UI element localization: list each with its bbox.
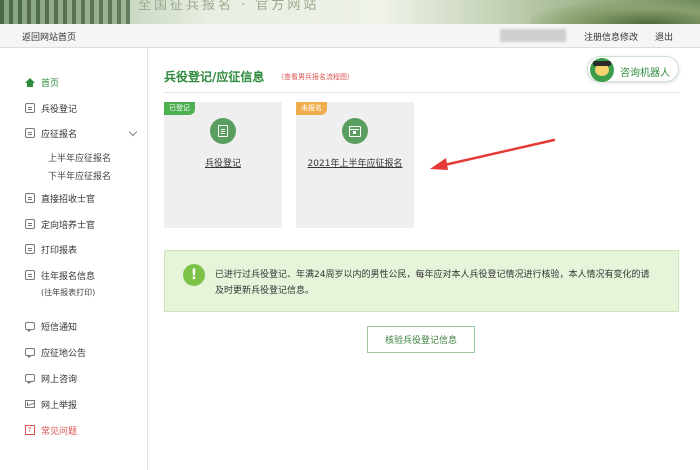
document-icon bbox=[24, 128, 35, 139]
sidebar-item-label: 打印报表 bbox=[41, 245, 78, 256]
card-link[interactable]: 2021年上半年应征报名 bbox=[296, 156, 414, 169]
sidebar-item-label: 常见问题 bbox=[41, 426, 78, 437]
sidebar-item-online-report[interactable]: 网上举报 bbox=[24, 396, 77, 412]
notice-box: ! 已进行过兵役登记、年满24周岁以内的男性公民，每年应对本人兵役登记情况进行核… bbox=[164, 250, 679, 312]
message-icon bbox=[24, 373, 35, 384]
sidebar-item-sms-notice[interactable]: 短信通知 bbox=[24, 318, 77, 334]
consult-robot-button[interactable]: 咨询机器人 bbox=[587, 56, 679, 82]
sidebar-item-online-consult[interactable]: 网上咨询 bbox=[24, 370, 77, 386]
sidebar-subitem-first-half[interactable]: 上半年应征报名 bbox=[48, 151, 111, 164]
printer-icon bbox=[24, 244, 35, 255]
status-badge: 已登记 bbox=[164, 102, 195, 115]
sidebar-item-military-registration[interactable]: 兵役登记 bbox=[24, 100, 77, 116]
divider bbox=[164, 92, 680, 93]
blurred-username bbox=[500, 29, 566, 42]
sidebar-item-label: 网上咨询 bbox=[41, 374, 78, 385]
document-icon bbox=[24, 193, 35, 204]
sidebar-item-directed-nco[interactable]: 定向培养士官 bbox=[24, 216, 95, 232]
sidebar-item-label: 应征报名 bbox=[41, 129, 78, 140]
notice-text: 已进行过兵役登记、年满24周岁以内的男性公民，每年应对本人兵役登记情况进行核验，… bbox=[215, 270, 650, 296]
edit-registration-link[interactable]: 注册信息修改 bbox=[584, 30, 638, 43]
back-to-home-link[interactable]: 返回网站首页 bbox=[22, 30, 76, 43]
sidebar-item-faq[interactable]: ? 常见问题 bbox=[24, 422, 77, 438]
sidebar-item-label: 往年报名信息 bbox=[41, 271, 96, 282]
document-icon bbox=[24, 103, 35, 114]
home-icon bbox=[24, 77, 35, 88]
top-bar: 返回网站首页 注册信息修改 退出 bbox=[0, 24, 700, 48]
verify-registration-button[interactable]: 核验兵役登记信息 bbox=[367, 326, 475, 353]
document-icon bbox=[210, 118, 236, 144]
sidebar-item-label: 短信通知 bbox=[41, 322, 78, 333]
sidebar-subitem-second-half[interactable]: 下半年应征报名 bbox=[48, 169, 111, 182]
sidebar: 首页 兵役登记 应征报名 上半年应征报名 下半年应征报名 直接招收士官 定向培养… bbox=[0, 48, 148, 470]
card-military-registration[interactable]: 已登记 兵役登记 bbox=[164, 102, 282, 228]
sidebar-item-direct-nco[interactable]: 直接招收士官 bbox=[24, 190, 95, 206]
message-icon bbox=[24, 321, 35, 332]
logout-link[interactable]: 退出 bbox=[655, 30, 673, 43]
sidebar-item-past-records[interactable]: 往年报名信息 bbox=[24, 267, 95, 283]
sidebar-item-enlistment[interactable]: 应征报名 bbox=[24, 125, 77, 141]
robot-label: 咨询机器人 bbox=[620, 68, 670, 79]
sidebar-item-note: (往年报表打印) bbox=[41, 288, 96, 297]
sidebar-item-label: 首页 bbox=[41, 78, 60, 89]
view-flowchart-link[interactable]: （查看男兵报名流程图） bbox=[277, 72, 354, 82]
sidebar-item-print-reports[interactable]: 打印报表 bbox=[24, 241, 77, 257]
sidebar-item-label: 网上举报 bbox=[41, 400, 78, 411]
chevron-down-icon[interactable] bbox=[128, 127, 138, 137]
document-icon bbox=[24, 219, 35, 230]
card-enlistment-2021[interactable]: 未报名 2021年上半年应征报名 bbox=[296, 102, 414, 228]
calendar-icon bbox=[342, 118, 368, 144]
sidebar-item-label: 直接招收士官 bbox=[41, 194, 96, 205]
status-badge: 未报名 bbox=[296, 102, 327, 115]
robot-avatar-icon bbox=[590, 58, 614, 82]
sidebar-item-announcement[interactable]: 应征地公告 bbox=[24, 344, 86, 360]
red-arrow-annotation bbox=[430, 138, 556, 170]
message-icon bbox=[24, 347, 35, 358]
page-title: 兵役登记/应征信息 bbox=[164, 70, 265, 84]
document-icon bbox=[24, 270, 35, 281]
site-banner: 全国征兵报名 · 官方网站 bbox=[0, 0, 700, 24]
banner-soldiers-image bbox=[0, 0, 130, 24]
card-link[interactable]: 兵役登记 bbox=[164, 156, 282, 169]
banner-slogan: 全国征兵报名 · 官方网站 bbox=[138, 0, 320, 13]
sidebar-item-home[interactable]: 首页 bbox=[24, 74, 59, 90]
question-icon: ? bbox=[24, 425, 35, 436]
sidebar-item-label: 定向培养士官 bbox=[41, 220, 96, 231]
sidebar-item-label: 兵役登记 bbox=[41, 104, 78, 115]
mail-icon bbox=[24, 399, 35, 410]
sidebar-item-label: 应征地公告 bbox=[41, 348, 87, 359]
exclamation-icon: ! bbox=[183, 264, 205, 286]
banner-landscape-image bbox=[530, 0, 700, 24]
